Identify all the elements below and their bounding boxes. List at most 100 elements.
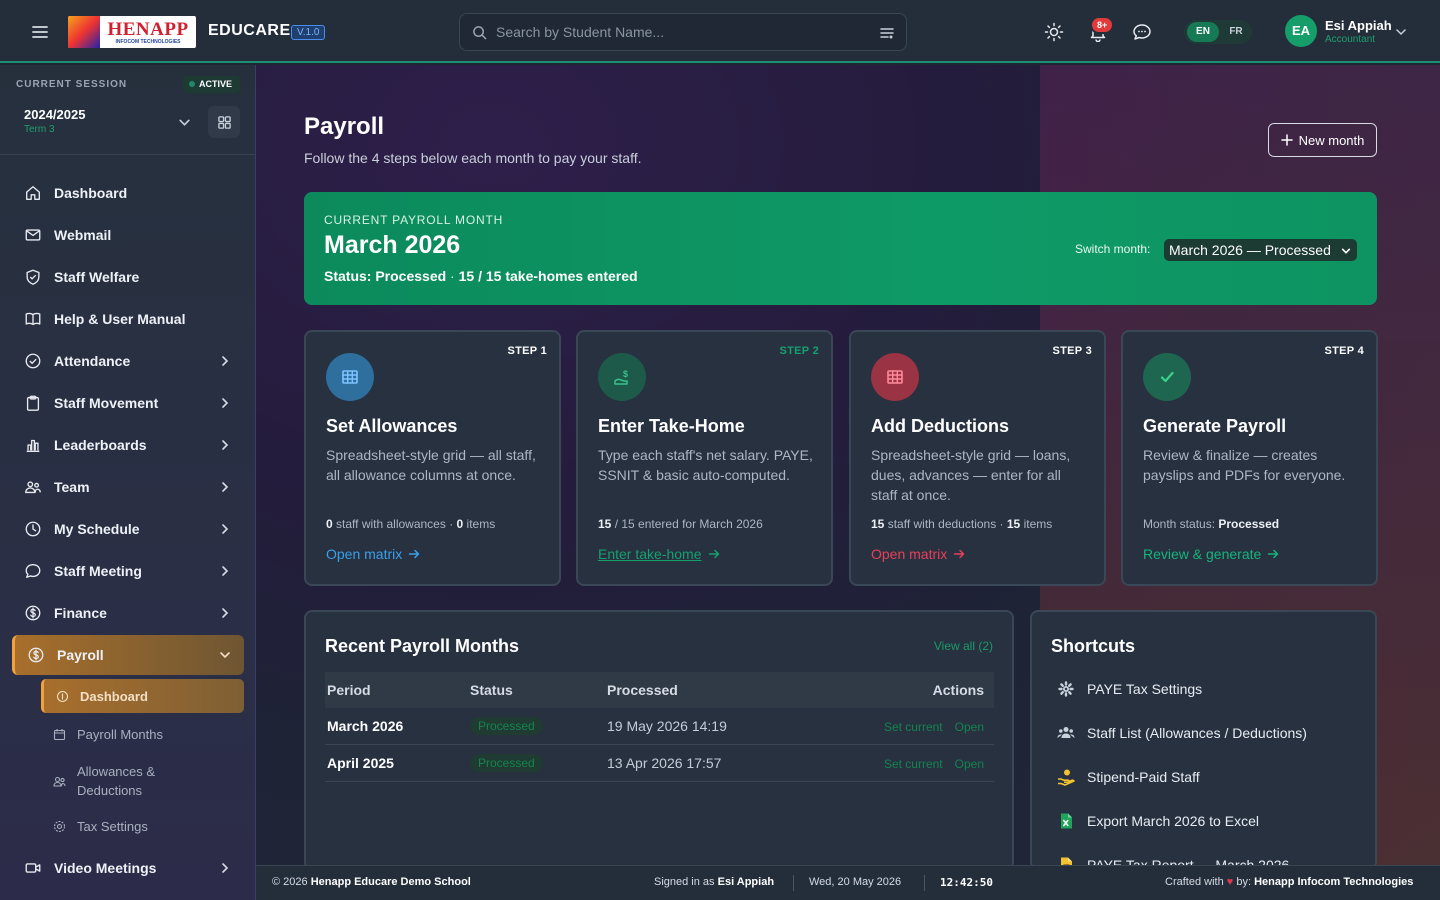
table-grid-icon bbox=[871, 353, 919, 401]
sidebar-item-my-schedule[interactable]: My Schedule bbox=[12, 509, 244, 549]
sidebar-item-help-user-manual[interactable]: Help & User Manual bbox=[12, 299, 244, 339]
sidebar-item-leaderboards[interactable]: Leaderboards bbox=[12, 425, 244, 465]
payroll-sub-tax-settings[interactable]: Tax Settings bbox=[41, 811, 244, 841]
set-current-link[interactable]: Set current bbox=[884, 757, 943, 771]
switch-month-label: Switch month: bbox=[1075, 242, 1151, 256]
calendar-icon bbox=[53, 728, 66, 740]
shield-icon bbox=[26, 269, 40, 285]
sidebar-item-staff-meeting[interactable]: Staff Meeting bbox=[12, 551, 244, 591]
footer: © 2026 Henapp Educare Demo School Signed… bbox=[256, 865, 1440, 900]
step-card-4[interactable]: STEP 4 Generate Payroll Review & finalize … bbox=[1121, 330, 1378, 586]
step-title: Add Deductions bbox=[871, 416, 1009, 436]
step-card-3[interactable]: STEP 3 Add Deductions Spreadsheet-style gr… bbox=[849, 330, 1106, 586]
dollar-circle-icon bbox=[28, 647, 44, 663]
session-label: CURRENT SESSION bbox=[16, 79, 128, 90]
messages-icon[interactable] bbox=[1132, 22, 1152, 42]
payroll-sub-allowances-deductions[interactable]: Allowances & Deductions bbox=[41, 757, 244, 805]
sidebar-item-label: My Schedule bbox=[54, 521, 140, 537]
sub-item-label: Dashboard bbox=[80, 688, 148, 704]
banner-status: Status: Processed · 15 / 15 take-homes e… bbox=[324, 268, 638, 284]
language-switch: EN FR bbox=[1184, 20, 1252, 44]
payroll-sub-dashboard[interactable]: Dashboard bbox=[41, 679, 244, 713]
shortcut-item[interactable]: Stipend-Paid Staff bbox=[1057, 768, 1200, 786]
search-input[interactable] bbox=[496, 22, 866, 42]
table-row: April 2025 Processed 13 Apr 2026 17:57 Set … bbox=[325, 745, 994, 782]
filter-icon[interactable] bbox=[880, 26, 894, 40]
sidebar-item-finance[interactable]: Finance bbox=[12, 593, 244, 633]
arrow-right-icon bbox=[954, 549, 965, 559]
dollar-circle-icon bbox=[25, 605, 41, 621]
lang-fr-button[interactable]: FR bbox=[1223, 22, 1249, 42]
sidebar-item-payroll[interactable]: Payroll bbox=[12, 635, 244, 675]
step-title: Enter Take-Home bbox=[598, 416, 745, 436]
menu-icon[interactable] bbox=[30, 22, 50, 42]
footer-signed-in: Signed in as Esi Appiah bbox=[654, 876, 775, 888]
cog-icon bbox=[1058, 681, 1074, 697]
chevron-down-icon bbox=[218, 648, 232, 662]
lang-en-button[interactable]: EN bbox=[1187, 22, 1219, 42]
step-number: STEP 3 bbox=[1052, 345, 1092, 357]
shortcut-item[interactable]: PAYE Tax Report — March 2026 bbox=[1057, 856, 1289, 865]
sidebar-item-video-meetings[interactable]: Video Meetings bbox=[12, 848, 244, 888]
chevron-right-icon bbox=[218, 522, 232, 536]
step-link[interactable]: Review & generate bbox=[1143, 546, 1279, 562]
step-link[interactable]: Open matrix bbox=[871, 546, 965, 562]
report-file-icon bbox=[1061, 857, 1072, 865]
step-meta: 15 / 15 entered for March 2026 bbox=[598, 517, 763, 531]
theme-toggle-icon[interactable] bbox=[1044, 22, 1064, 42]
clock-icon bbox=[25, 521, 41, 537]
open-link[interactable]: Open bbox=[955, 720, 984, 734]
grid-icon[interactable] bbox=[208, 106, 240, 138]
step-title: Generate Payroll bbox=[1143, 416, 1287, 436]
hand-coin-icon bbox=[1058, 769, 1075, 786]
sidebar-item-attendance[interactable]: Attendance bbox=[12, 341, 244, 381]
step-link[interactable]: Enter take-home bbox=[598, 546, 720, 562]
sidebar-item-label: Webmail bbox=[54, 227, 112, 243]
payroll-sub-payroll-months[interactable]: Payroll Months bbox=[41, 719, 244, 749]
chevron-right-icon bbox=[218, 438, 232, 452]
sidebar-item-staff-movement[interactable]: Staff Movement bbox=[12, 383, 244, 423]
footer-copyright: © 2026 Henapp Educare Demo School bbox=[272, 876, 471, 888]
session-status-badge: ACTIVE bbox=[183, 76, 240, 93]
dollar-circle-icon bbox=[56, 690, 69, 702]
step-title: Set Allowances bbox=[326, 416, 458, 436]
current-month-banner: CURRENT PAYROLL MONTH March 2026 Status:… bbox=[304, 192, 1377, 305]
session-year[interactable]: 2024/2025 bbox=[24, 107, 85, 122]
sub-item-label: Payroll Months bbox=[77, 726, 163, 742]
home-icon bbox=[26, 186, 40, 200]
shortcut-item[interactable]: PAYE Tax Settings bbox=[1057, 680, 1202, 698]
sidebar-item-team[interactable]: Team bbox=[12, 467, 244, 507]
shortcut-item[interactable]: Export March 2026 to Excel bbox=[1057, 812, 1259, 830]
chevron-right-icon bbox=[218, 480, 232, 494]
svg-text:$: $ bbox=[623, 369, 628, 379]
sidebar-item-webmail[interactable]: Webmail bbox=[12, 215, 244, 255]
hand-coin-icon: $ bbox=[598, 353, 646, 401]
period-cell: April 2025 bbox=[327, 755, 394, 771]
open-link[interactable]: Open bbox=[955, 757, 984, 771]
status-badge: Processed bbox=[470, 754, 543, 772]
sidebar-item-label: Video Meetings bbox=[54, 860, 157, 876]
chevron-right-icon bbox=[218, 606, 232, 620]
recent-title: Recent Payroll Months bbox=[325, 636, 520, 656]
sidebar-item-dashboard[interactable]: Dashboard bbox=[12, 173, 244, 213]
chevron-down-icon[interactable] bbox=[178, 116, 191, 129]
shortcut-item[interactable]: Staff List (Allowances / Deductions) bbox=[1057, 724, 1307, 742]
brand-name: EDUCARE bbox=[208, 22, 291, 39]
step-card-2[interactable]: STEP 2 $ Enter Take-Home Type each staff's … bbox=[576, 330, 833, 586]
arrow-right-icon bbox=[409, 549, 420, 559]
step-card-1[interactable]: STEP 1 Set Allowances Spreadsheet-style gr… bbox=[304, 330, 561, 586]
view-all-link[interactable]: View all (2) bbox=[934, 639, 993, 653]
logo-mark bbox=[68, 16, 100, 48]
users-icon bbox=[1057, 727, 1075, 738]
period-cell: March 2026 bbox=[327, 718, 404, 734]
chevron-down-icon[interactable] bbox=[1395, 26, 1407, 38]
sidebar-item-staff-welfare[interactable]: Staff Welfare bbox=[12, 257, 244, 297]
processed-cell: 13 Apr 2026 17:57 bbox=[607, 755, 722, 771]
set-current-link[interactable]: Set current bbox=[884, 720, 943, 734]
new-month-button[interactable]: New month bbox=[1268, 123, 1377, 157]
step-link[interactable]: Open matrix bbox=[326, 546, 420, 562]
avatar[interactable]: EA bbox=[1285, 15, 1317, 47]
user-name[interactable]: Esi Appiah bbox=[1325, 18, 1392, 33]
switch-month-select[interactable]: March 2026 — Processed bbox=[1164, 239, 1357, 261]
logo[interactable]: HENAPP INFOCOM TECHNOLOGIES bbox=[68, 16, 196, 48]
